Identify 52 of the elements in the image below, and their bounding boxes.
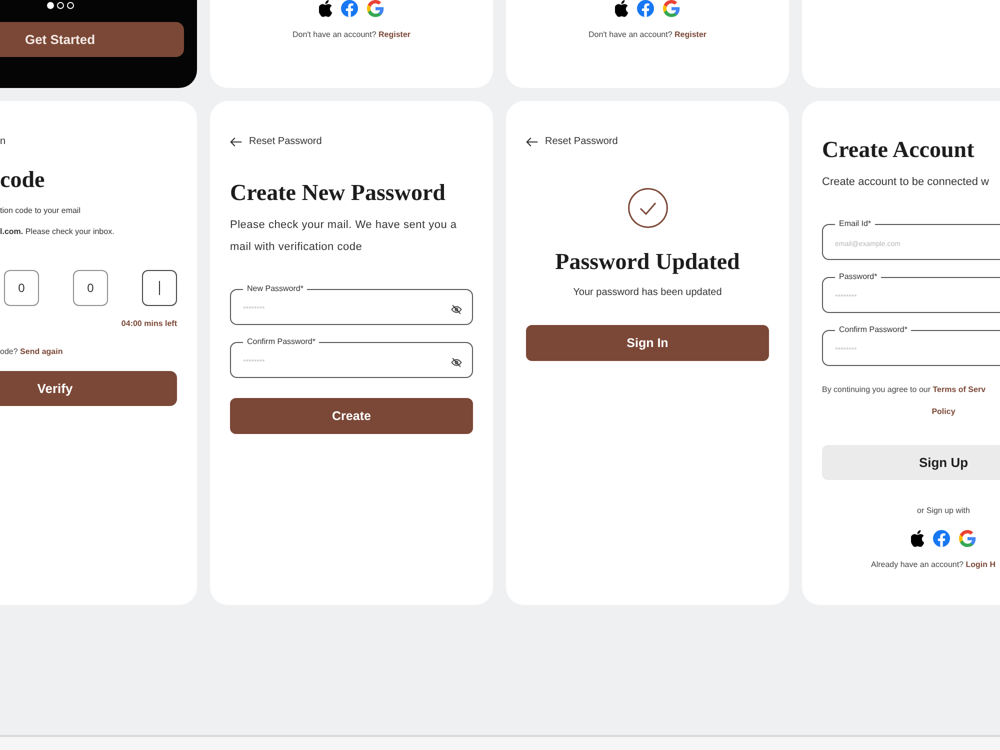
sign-in-button[interactable]: Sign In [526, 325, 769, 361]
code-digit-field[interactable] [142, 270, 177, 306]
screen-title: Password Updated [555, 248, 740, 276]
timer-text: 04:00 mins left [121, 319, 177, 329]
register-link[interactable]: Register [378, 30, 411, 39]
screen-title: Create Account [822, 136, 974, 164]
google-logo-icon[interactable] [367, 0, 384, 17]
field-label: Email Id* [838, 219, 872, 229]
back-button[interactable]: Reset Password [526, 135, 618, 149]
back-button[interactable]: Reset Password [230, 135, 322, 149]
description-text: Create account to be connected w [822, 175, 989, 189]
register-prompt: Don't have an account? Register [292, 30, 411, 40]
text-cursor-icon [159, 281, 160, 295]
verify-button[interactable]: Verify [0, 371, 177, 406]
eye-slash-icon[interactable] [451, 304, 462, 314]
check-circle-icon [628, 188, 668, 228]
google-logo-icon[interactable] [663, 0, 680, 17]
terms-text: By continuing you agree to our Terms of Serv [822, 385, 986, 395]
resend-prompt: ode? Send again [0, 347, 63, 357]
arrow-left-icon [526, 137, 538, 147]
field-label: Confirm Password* [838, 325, 908, 335]
register-link[interactable]: Register [674, 30, 707, 39]
arrow-left-icon [230, 137, 242, 147]
facebook-logo-icon[interactable] [341, 0, 358, 17]
resend-link[interactable]: Send again [20, 347, 63, 356]
description-text: l.com. Please check your inbox. [0, 226, 114, 238]
field-label: Password* [838, 272, 878, 282]
screen-title: Create New Password [230, 179, 446, 207]
login-prompt: Already have an account? Login H [871, 560, 996, 570]
apple-logo-icon[interactable] [911, 530, 924, 547]
field-label: Confirm Password* [246, 337, 316, 347]
apple-logo-icon[interactable] [319, 0, 332, 17]
description-text: Please check your mail. We have sent you a mail with verification code [230, 218, 458, 255]
eye-slash-icon[interactable] [451, 356, 462, 368]
screen-title: code [0, 166, 45, 194]
back-button[interactable]: n [0, 135, 6, 149]
facebook-logo-icon[interactable] [637, 0, 654, 17]
google-logo-icon[interactable] [959, 530, 976, 547]
get-started-button[interactable]: Get Started [0, 22, 184, 57]
facebook-logo-icon[interactable] [933, 530, 950, 547]
field-label: New Password* [246, 284, 304, 294]
login-link[interactable]: Login H [966, 560, 996, 569]
description-text: tion code to your email [0, 205, 80, 217]
code-digit-field[interactable]: 0 [73, 270, 108, 306]
policy-link[interactable]: Policy [932, 407, 956, 416]
code-digit-field[interactable]: 0 [4, 270, 39, 306]
description-text: Your password has been updated [573, 286, 722, 300]
sign-up-with-text: or Sign up with [917, 506, 970, 516]
apple-logo-icon[interactable] [615, 0, 628, 17]
register-prompt: Don't have an account? Register [588, 30, 707, 40]
create-button[interactable]: Create [230, 398, 473, 434]
terms-link[interactable]: Terms of Serv [932, 385, 986, 394]
